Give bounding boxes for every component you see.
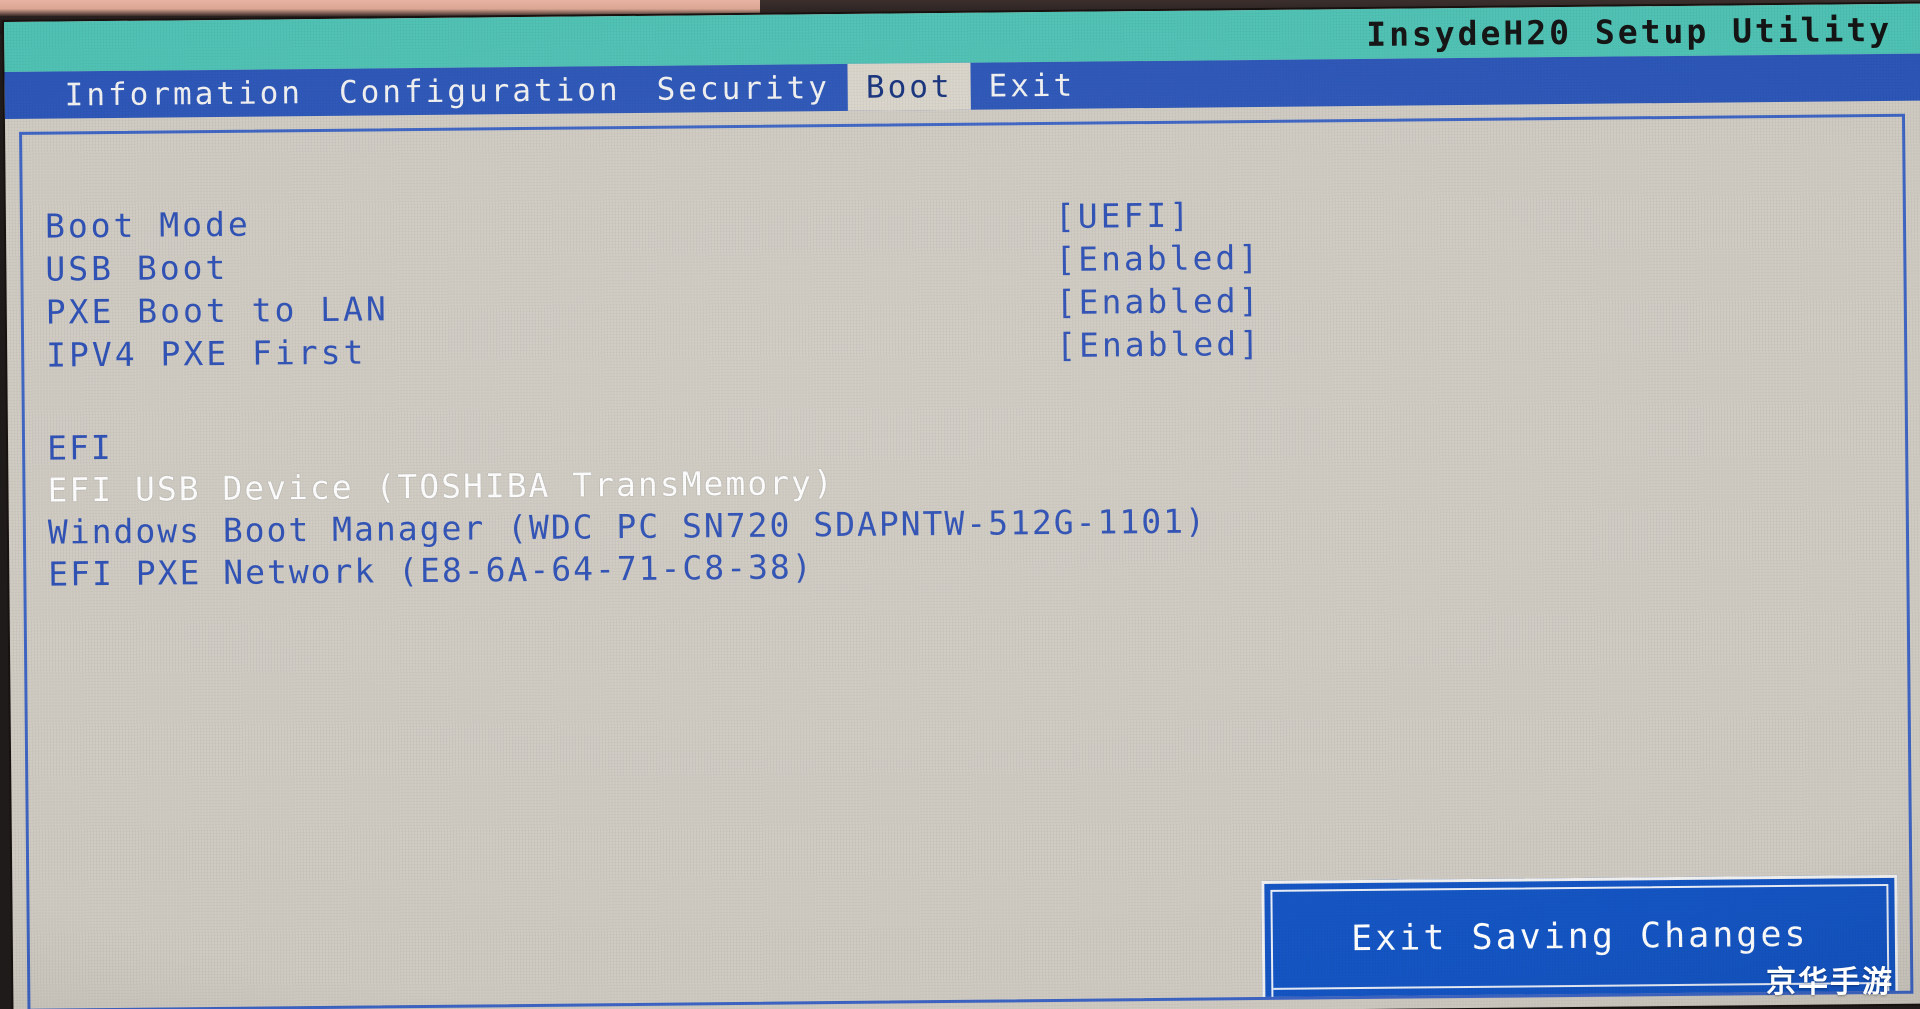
setting-value-pxe-boot-to-lan[interactable]: [Enabled] [1056, 281, 1262, 322]
watermark: 京华手游 [1766, 965, 1894, 1000]
app-title: InsydeH20 Setup Utility [1366, 9, 1893, 54]
setting-label-ipv4-pxe-first: IPV4 PXE First [46, 332, 367, 375]
tab-boot[interactable]: Boot [847, 62, 971, 111]
tab-security[interactable]: Security [638, 64, 848, 113]
setting-value-boot-mode[interactable]: [UEFI] [1055, 196, 1193, 236]
tab-information[interactable]: Information [46, 69, 321, 119]
bios-screen: InsydeH20 Setup Utility Information Conf… [4, 3, 1920, 1009]
boot-settings-list: Boot Mode [UEFI] USB Boot [Enabled] PXE … [45, 192, 1347, 376]
setting-label-boot-mode: Boot Mode [44, 204, 251, 246]
setting-label-pxe-boot-to-lan: PXE Boot to LAN [45, 289, 389, 332]
background-sliver [0, 0, 760, 16]
setting-value-usb-boot[interactable]: [Enabled] [1055, 238, 1261, 279]
boot-order-list: EFI EFI USB Device (TOSHIBA TransMemory)… [47, 411, 1649, 594]
photo-frame: InsydeH20 Setup Utility Information Conf… [0, 0, 1920, 1009]
setting-label-usb-boot: USB Boot [45, 247, 229, 289]
content-pane: Boot Mode [UEFI] USB Boot [Enabled] PXE … [19, 113, 1914, 1009]
setting-value-ipv4-pxe-first[interactable]: [Enabled] [1056, 324, 1262, 365]
tab-configuration[interactable]: Configuration [321, 66, 639, 116]
tab-exit[interactable]: Exit [970, 62, 1093, 110]
